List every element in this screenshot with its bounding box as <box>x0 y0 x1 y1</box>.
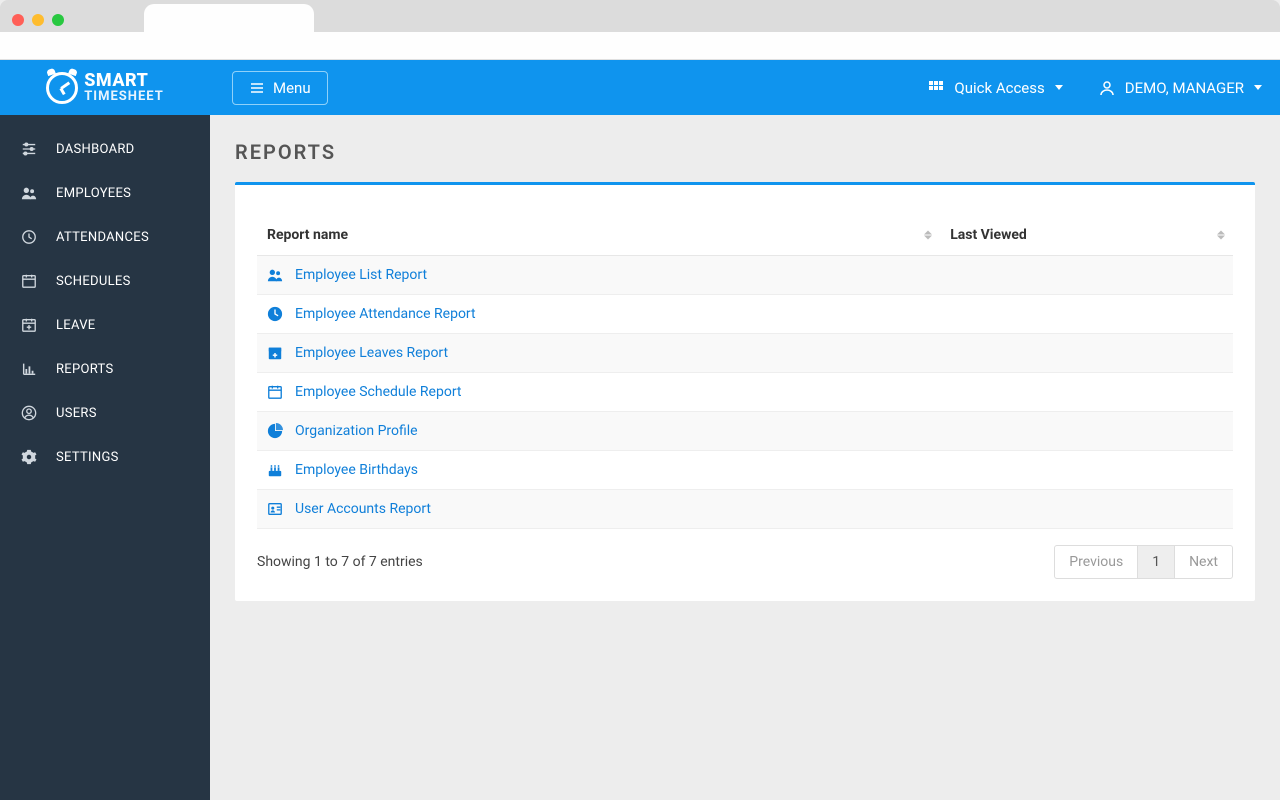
report-label: Employee Schedule Report <box>295 384 462 400</box>
zoom-dot-icon[interactable] <box>52 14 64 26</box>
chevron-down-icon <box>1254 85 1262 90</box>
table-row: Employee Leaves Report <box>257 334 1233 373</box>
col-report-name[interactable]: Report name <box>257 215 940 256</box>
calendar-icon <box>267 384 283 400</box>
browser-toolbar <box>0 32 1280 60</box>
sidebar-item-settings[interactable]: SETTINGS <box>0 435 210 479</box>
last-viewed-cell <box>940 451 1233 490</box>
sidebar-item-reports[interactable]: REPORTS <box>0 347 210 391</box>
sidebar-item-label: DASHBOARD <box>56 142 135 157</box>
users-icon <box>267 267 283 283</box>
sidebar-item-users[interactable]: USERS <box>0 391 210 435</box>
last-viewed-cell <box>940 373 1233 412</box>
close-dot-icon[interactable] <box>12 14 24 26</box>
table-row: Employee Attendance Report <box>257 295 1233 334</box>
menu-button-label: Menu <box>273 79 311 97</box>
app-logo[interactable]: SMART TIMESHEET <box>0 72 210 104</box>
logo-line2: TIMESHEET <box>84 90 164 103</box>
table-row: Employee Schedule Report <box>257 373 1233 412</box>
gear-icon <box>20 449 38 465</box>
sliders-icon <box>20 141 38 157</box>
sidebar-item-label: REPORTS <box>56 362 114 377</box>
col-last-viewed[interactable]: Last Viewed <box>940 215 1233 256</box>
grid-icon <box>928 80 944 96</box>
user-menu-dropdown[interactable]: DEMO, MANAGER <box>1081 79 1280 97</box>
birthday-icon <box>267 462 283 478</box>
report-link[interactable]: Organization Profile <box>267 423 930 439</box>
quick-access-label: Quick Access <box>954 79 1044 97</box>
user-label: DEMO, MANAGER <box>1125 79 1244 97</box>
last-viewed-cell <box>940 295 1233 334</box>
menu-button[interactable]: Menu <box>232 71 328 105</box>
col-last-viewed-label: Last Viewed <box>950 227 1027 243</box>
table-row: Organization Profile <box>257 412 1233 451</box>
user-circle-icon <box>20 405 38 421</box>
clock-solid-icon <box>267 306 283 322</box>
sidebar-item-employees[interactable]: EMPLOYEES <box>0 171 210 215</box>
report-label: Employee Birthdays <box>295 462 418 478</box>
table-summary: Showing 1 to 7 of 7 entries <box>257 554 423 570</box>
sidebar-item-label: ATTENDANCES <box>56 230 149 245</box>
page-title: REPORTS <box>235 140 1255 164</box>
reports-card: Report name Last Viewed Employee Li <box>235 182 1255 601</box>
calendar-plus-icon <box>20 317 38 333</box>
traffic-lights <box>12 14 64 26</box>
sort-icon <box>924 231 932 240</box>
sidebar-item-label: USERS <box>56 406 97 421</box>
logo-text: SMART TIMESHEET <box>84 72 164 103</box>
reports-table: Report name Last Viewed Employee Li <box>257 215 1233 529</box>
window-chrome <box>0 0 1280 32</box>
report-link[interactable]: Employee Attendance Report <box>267 306 930 322</box>
browser-tab[interactable] <box>144 4 314 32</box>
chevron-down-icon <box>1055 85 1063 90</box>
col-report-name-label: Report name <box>267 227 348 243</box>
table-row: Employee Birthdays <box>257 451 1233 490</box>
pager-next-button[interactable]: Next <box>1174 545 1233 579</box>
table-row: Employee List Report <box>257 256 1233 295</box>
report-label: Employee List Report <box>295 267 427 283</box>
calendar-icon <box>20 273 38 289</box>
quick-access-dropdown[interactable]: Quick Access <box>910 79 1080 97</box>
report-link[interactable]: Employee List Report <box>267 267 930 283</box>
pager-previous-button[interactable]: Previous <box>1054 545 1138 579</box>
id-card-icon <box>267 501 283 517</box>
clock-icon <box>20 229 38 245</box>
last-viewed-cell <box>940 412 1233 451</box>
pagination: Previous 1 Next <box>1054 545 1233 579</box>
user-icon <box>1099 80 1115 96</box>
report-label: Organization Profile <box>295 423 418 439</box>
calendar-plus-icon <box>267 345 283 361</box>
minimize-dot-icon[interactable] <box>32 14 44 26</box>
sidebar-item-dashboard[interactable]: DASHBOARD <box>0 127 210 171</box>
report-label: User Accounts Report <box>295 501 431 517</box>
last-viewed-cell <box>940 490 1233 529</box>
report-link[interactable]: Employee Birthdays <box>267 462 930 478</box>
report-link[interactable]: User Accounts Report <box>267 501 930 517</box>
sidebar-item-label: EMPLOYEES <box>56 186 131 201</box>
users-icon <box>20 185 38 201</box>
sidebar: DASHBOARD EMPLOYEES ATTENDANCES SCHEDULE… <box>0 115 210 800</box>
last-viewed-cell <box>940 256 1233 295</box>
clock-logo-icon <box>46 72 78 104</box>
app-topbar: SMART TIMESHEET Menu Quick Access DEMO, … <box>0 60 1280 115</box>
sort-icon <box>1217 231 1225 240</box>
sidebar-item-label: SCHEDULES <box>56 274 131 289</box>
report-label: Employee Attendance Report <box>295 306 476 322</box>
report-link[interactable]: Employee Leaves Report <box>267 345 930 361</box>
pie-chart-icon <box>267 423 283 439</box>
pager-page-1-button[interactable]: 1 <box>1138 545 1174 579</box>
sidebar-item-label: LEAVE <box>56 318 95 333</box>
report-label: Employee Leaves Report <box>295 345 448 361</box>
sidebar-item-leave[interactable]: LEAVE <box>0 303 210 347</box>
bar-chart-icon <box>20 361 38 377</box>
logo-line1: SMART <box>84 72 164 90</box>
report-link[interactable]: Employee Schedule Report <box>267 384 930 400</box>
hamburger-icon <box>249 80 265 96</box>
last-viewed-cell <box>940 334 1233 373</box>
table-row: User Accounts Report <box>257 490 1233 529</box>
sidebar-item-attendances[interactable]: ATTENDANCES <box>0 215 210 259</box>
sidebar-item-label: SETTINGS <box>56 450 119 465</box>
sidebar-item-schedules[interactable]: SCHEDULES <box>0 259 210 303</box>
